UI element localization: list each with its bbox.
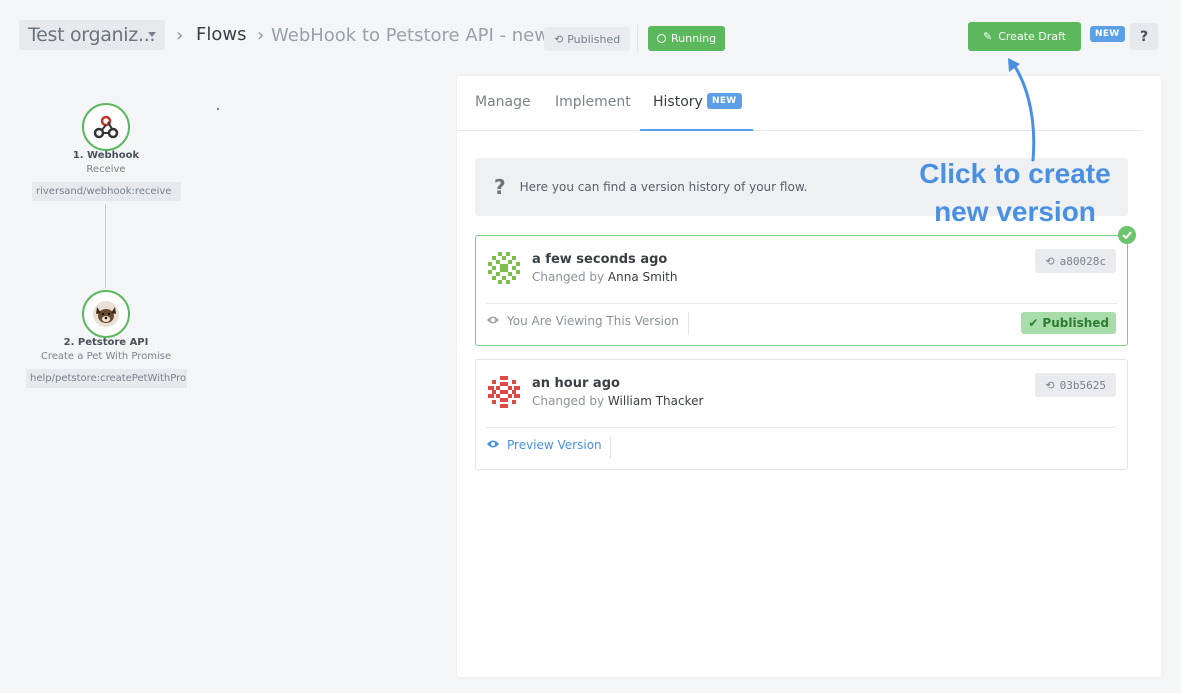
divider [688, 312, 689, 335]
step-code: help/petstore:createPetWithPro [26, 369, 187, 388]
tab-implement[interactable]: Implement [555, 94, 631, 110]
eye-icon [486, 314, 500, 328]
breadcrumb-flow-name: WebHook to Petstore API - new [271, 25, 549, 46]
breadcrumb-separator-icon: › [176, 25, 184, 46]
question-icon: ? [494, 175, 506, 199]
history-new-badge: NEW [707, 93, 742, 109]
organization-label: Test organiz... [28, 24, 156, 46]
preview-text: Preview Version [507, 438, 602, 452]
check-icon: ✔ [1028, 316, 1039, 330]
webhook-icon [82, 103, 130, 151]
create-draft-button[interactable]: ✎ Create Draft [968, 22, 1081, 51]
tab-history[interactable]: History [653, 94, 703, 110]
avatar [488, 376, 520, 408]
viewing-version-label: You Are Viewing This Version [486, 314, 679, 328]
pencil-icon: ✎ [983, 30, 993, 43]
published-status: Published [1042, 316, 1109, 330]
history-icon: ⟲ [1045, 254, 1055, 268]
history-icon: ⟲ [554, 32, 564, 46]
changed-by-label: Changed by [532, 270, 605, 284]
history-icon: ⟲ [1045, 378, 1055, 392]
tab-manage[interactable]: Manage [475, 94, 531, 110]
version-card-previous: an hour ago Changed by William Thacker ⟲… [475, 359, 1128, 470]
published-status-badge: ⟲ Published [544, 27, 631, 51]
step-title: 1. Webhook [72, 150, 140, 161]
hash-label: a80028c [1059, 254, 1106, 268]
published-badge: ✔ Published [1021, 312, 1116, 334]
step-subtitle: Receive [86, 164, 126, 175]
petstore-dog-icon [82, 290, 130, 338]
eye-icon [486, 438, 500, 452]
version-author: Changed by Anna Smith [532, 270, 677, 284]
divider [637, 25, 638, 53]
author-name: Anna Smith [607, 270, 678, 284]
hash-label: 03b5625 [1059, 378, 1106, 392]
divider [486, 427, 1117, 428]
annotation-callout: Click to create new version [890, 155, 1140, 231]
preview-version-link[interactable]: Preview Version [486, 438, 602, 452]
annotation-line-2: new version [934, 196, 1096, 227]
new-badge: NEW [1090, 26, 1125, 42]
active-tab-indicator [640, 129, 753, 131]
step-connector [105, 204, 106, 288]
running-status-button[interactable]: Running [648, 26, 726, 51]
annotation-arrow-icon [1008, 58, 1036, 162]
annotation-line-1: Click to create [919, 158, 1111, 189]
divider [610, 436, 611, 459]
info-text: Here you can find a version history of y… [519, 180, 808, 194]
published-label: Published [567, 32, 621, 46]
version-hash-button[interactable]: ⟲ a80028c [1035, 249, 1116, 273]
running-icon [657, 34, 666, 43]
step-subtitle: Create a Pet With Promise [40, 351, 172, 362]
version-time: a few seconds ago [532, 252, 668, 267]
step-title: 2. Petstore API [63, 337, 149, 348]
organization-select[interactable]: Test organiz... [19, 20, 165, 50]
version-author: Changed by William Thacker [532, 394, 703, 408]
running-label: Running [671, 32, 717, 45]
author-name: William Thacker [607, 394, 704, 408]
changed-by-label: Changed by [532, 394, 605, 408]
chevron-down-icon [148, 32, 156, 37]
avatar [488, 252, 520, 284]
version-time: an hour ago [532, 376, 620, 391]
viewing-text: You Are Viewing This Version [507, 314, 679, 328]
breadcrumb-flows-link[interactable]: Flows [196, 24, 246, 45]
step-code: riversand/webhook:receive [32, 182, 181, 201]
create-draft-label: Create Draft [998, 30, 1066, 43]
version-hash-button[interactable]: ⟲ 03b5625 [1035, 373, 1116, 397]
help-button[interactable]: ? [1130, 23, 1158, 50]
divider [486, 303, 1117, 304]
version-card-current: a few seconds ago Changed by Anna Smith … [475, 235, 1128, 346]
canvas-dot [217, 108, 219, 110]
breadcrumb-separator-icon: › [257, 25, 265, 46]
